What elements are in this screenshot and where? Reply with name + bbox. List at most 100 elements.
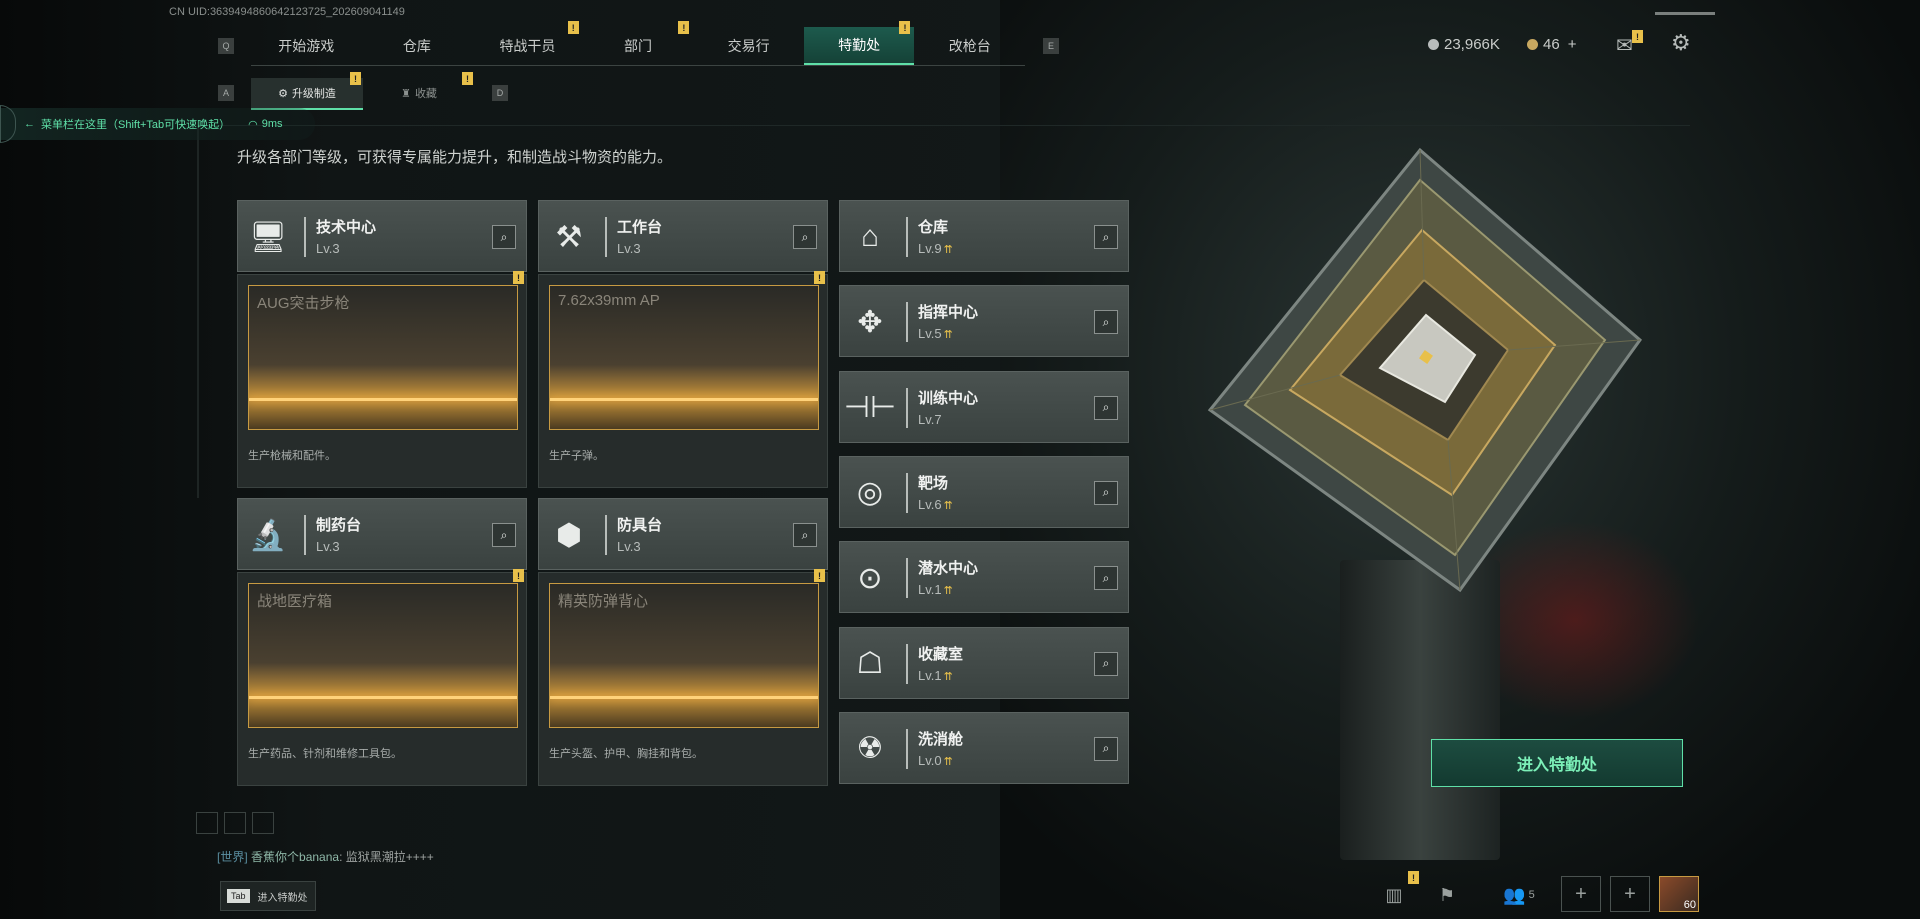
tab-start-game[interactable]: 开始游戏 [251, 27, 362, 65]
mail-icon[interactable]: ✉ [1616, 33, 1633, 58]
facility-level: Lv.1 ⇈ [918, 668, 953, 683]
level-text: Lv.6 [918, 496, 942, 512]
display-case-icon: ☖ [856, 647, 884, 680]
tab-label: 特战干员 [499, 38, 556, 54]
subnav-prev-key[interactable]: A [218, 85, 234, 101]
tab-warehouse[interactable]: 仓库 [362, 27, 473, 65]
nav-next-key[interactable]: E [1043, 38, 1059, 54]
decon-icon: ☢ [856, 732, 884, 766]
search-icon[interactable]: ⌕ [1094, 310, 1118, 335]
search-icon[interactable]: ⌕ [793, 523, 817, 547]
tab-operators[interactable]: 特战干员! [472, 21, 583, 65]
workbench-card-header[interactable]: ⚒ 工作台 Lv.3 ⌕ [538, 200, 828, 272]
tab-key: Tab [227, 889, 250, 903]
facility-card[interactable]: ⊣⊢ 训练中心 Lv.7 ⌕ [839, 370, 1129, 443]
tab-department[interactable]: 部门! [583, 21, 694, 65]
product-glow-line [249, 398, 517, 401]
workbench-card-body[interactable]: AUG突击步枪 ! 生产枪械和配件。 [237, 271, 527, 488]
ping-value: 9ms [261, 118, 283, 130]
tab-collection[interactable]: ♜ 收藏 ! [363, 72, 475, 108]
workbench-card-body[interactable]: 战地医疗箱 ! 生产药品、针剂和维修工具包。 [237, 569, 527, 786]
workbench-description: 生产枪械和配件。 [248, 450, 336, 462]
notification-badge: ! [567, 21, 579, 34]
flag-icon[interactable]: ⚑ [1430, 880, 1464, 910]
tab-shortcut-button[interactable]: Tab 进入特勤处 [220, 881, 316, 911]
warehouse-icon: ⌂ [860, 220, 880, 253]
subnav-next-key[interactable]: D [492, 85, 508, 101]
search-icon[interactable]: ⌕ [1094, 395, 1118, 420]
search-icon[interactable]: ⌕ [1094, 225, 1118, 249]
top-indicator-line [1655, 12, 1715, 15]
tab-special-ops[interactable]: 特勤处! [803, 21, 915, 65]
level-text: Lv.0 [918, 752, 942, 768]
level-text: Lv.9 [918, 241, 942, 256]
tab-label: 交易行 [727, 38, 770, 54]
workbench-name: 防具台 [617, 517, 663, 534]
tab-gunsmith[interactable]: 改枪台 [914, 27, 1025, 65]
upgrade-arrow-icon: ⇈ [943, 244, 953, 256]
workbench-card-header[interactable]: 🖥 技术中心 Lv.3 ⌕ [237, 200, 527, 272]
production-preview[interactable]: 战地医疗箱 [248, 583, 518, 728]
tab-label: 收藏 [414, 88, 437, 100]
chat-channel: [世界] [217, 850, 248, 864]
diving-mask-icon: ⊙ [857, 561, 883, 595]
notification-badge: ! [1408, 871, 1419, 884]
search-icon[interactable]: ⌕ [1094, 566, 1118, 591]
facility-level: Lv.6 ⇈ [918, 497, 953, 512]
facility-card[interactable]: ⊙ 潜水中心 Lv.1 ⇈ ⌕ [839, 541, 1129, 614]
workbench-card-header[interactable]: ⬢ 防具台 Lv.3 ⌕ [538, 498, 828, 570]
product-glow-line [550, 696, 818, 699]
add-token-icon[interactable]: + [1568, 36, 1577, 53]
upgrade-arrow-icon: ⇈ [943, 585, 953, 598]
facility-card[interactable]: ◎ 靶场 Lv.6 ⇈ ⌕ [839, 455, 1129, 528]
search-icon[interactable]: ⌕ [1094, 736, 1118, 761]
level-text: Lv.7 [918, 411, 942, 427]
settings-gear-icon[interactable]: ⚙ [1671, 30, 1691, 56]
add-teammate-button[interactable]: + [1610, 876, 1650, 912]
production-preview[interactable]: 7.62x39mm AP [549, 285, 819, 430]
hint-handle[interactable] [0, 105, 16, 143]
product-name: 7.62x39mm AP [558, 292, 660, 309]
token-icon [1527, 39, 1538, 50]
enter-special-ops-button[interactable]: 进入特勤处 [1431, 739, 1683, 787]
notification-badge: ! [513, 569, 524, 582]
workbench-card-header[interactable]: 🔬 制药台 Lv.3 ⌕ [237, 498, 527, 570]
search-icon[interactable]: ⌕ [1094, 480, 1118, 505]
workbench-card-body[interactable]: 精英防弹背心 ! 生产头盔、护甲、胸挂和背包。 [538, 569, 828, 786]
facility-card[interactable]: ⌂ 仓库 Lv.9 ⇈ ⌕ [839, 200, 1129, 272]
player-level: 60 [1683, 899, 1696, 911]
notification-badge: ! [1632, 30, 1643, 43]
facility-card[interactable]: ☖ 收藏室 Lv.1 ⇈ ⌕ [839, 626, 1129, 699]
tab-market[interactable]: 交易行 [693, 27, 804, 65]
add-teammate-button[interactable]: + [1561, 876, 1601, 912]
workbench-card-body[interactable]: 7.62x39mm AP ! 生产子弹。 [538, 271, 828, 488]
menu-hint[interactable]: ← 菜单栏在这里（Shift+Tab可快速唤起） ◠ 9ms [0, 105, 315, 143]
friends-button[interactable]: 👥 5 [1494, 880, 1544, 910]
facility-level: Lv.5 ⇈ [918, 326, 953, 341]
production-preview[interactable]: 精英防弹背心 [549, 583, 819, 728]
special-ops-cube-illustration [1207, 147, 1643, 593]
tools-icon: ⚒ [555, 220, 583, 254]
nav-prev-key[interactable]: Q [218, 38, 234, 54]
search-icon[interactable]: ⌕ [1094, 651, 1118, 676]
facility-name: 指挥中心 [918, 304, 979, 322]
facility-name: 收藏室 [918, 645, 964, 663]
production-preview[interactable]: AUG突击步枪 [248, 285, 518, 430]
search-icon[interactable]: ⌕ [492, 523, 516, 547]
tab-upgrade-craft[interactable]: ⚙ 升级制造 ! [251, 72, 363, 110]
facility-card[interactable]: ☢ 洗消舱 Lv.0 ⇈ ⌕ [839, 711, 1129, 784]
search-icon[interactable]: ⌕ [793, 225, 817, 249]
token-display[interactable]: 46 + [1527, 36, 1576, 53]
product-name: 精英防弹背心 [558, 593, 649, 610]
stats-chart-icon[interactable]: ▥ [1377, 880, 1411, 910]
tab-label: 仓库 [402, 38, 431, 54]
world-chat-line[interactable]: [世界] 香蕉你个banana: 监狱黑潮拉++++ [217, 848, 434, 865]
header-separator [906, 558, 908, 599]
workbench-level: Lv.3 [617, 539, 641, 554]
facility-card[interactable]: ✥ 指挥中心 Lv.5 ⇈ ⌕ [839, 285, 1129, 358]
level-text: Lv.1 [918, 667, 942, 683]
facility-level: Lv.0 ⇈ [918, 753, 953, 768]
upgrade-arrow-icon: ⇈ [943, 499, 953, 512]
search-icon[interactable]: ⌕ [492, 225, 516, 249]
player-avatar[interactable]: 60 [1659, 876, 1699, 912]
